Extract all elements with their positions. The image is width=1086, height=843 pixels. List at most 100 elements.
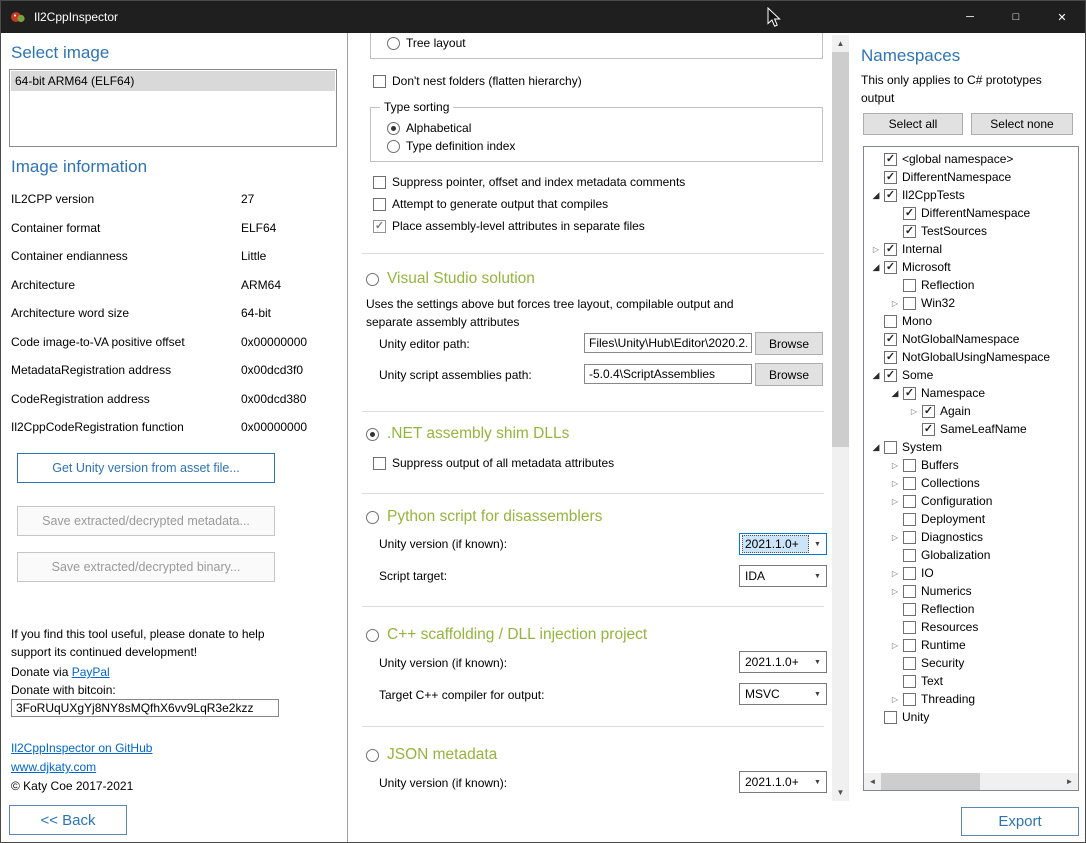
tree-expander-icon[interactable]: ▷ — [868, 245, 884, 254]
json-metadata-radio[interactable]: JSON metadata — [366, 746, 497, 764]
namespace-checkbox[interactable] — [903, 531, 916, 544]
python-unity-version-combo[interactable]: 2021.1.0+ ▼ — [739, 533, 827, 555]
namespace-checkbox[interactable] — [903, 513, 916, 526]
separate-attribute-files-checkbox[interactable]: ✓ Place assembly-level attributes in sep… — [373, 219, 645, 233]
tree-item[interactable]: ▷Numerics — [866, 582, 1076, 600]
namespace-checkbox[interactable]: ✓ — [903, 387, 916, 400]
tree-expander-icon[interactable]: ▷ — [887, 641, 903, 650]
tree-item[interactable]: ◢✓Microsoft — [866, 258, 1076, 276]
tree-item[interactable]: Globalization — [866, 546, 1076, 564]
tree-item[interactable]: ▷Win32 — [866, 294, 1076, 312]
center-scrollbar[interactable]: ▲ ▼ — [832, 35, 849, 801]
tree-item[interactable]: ◢✓Il2CppTests — [866, 186, 1076, 204]
paypal-link[interactable]: PayPal — [72, 665, 110, 679]
namespace-checkbox[interactable]: ✓ — [922, 423, 935, 436]
back-button[interactable]: << Back — [9, 805, 127, 835]
tree-item[interactable]: ▷Buffers — [866, 456, 1076, 474]
export-button[interactable]: Export — [961, 807, 1079, 836]
tree-item[interactable]: ▷Diagnostics — [866, 528, 1076, 546]
suppress-metadata-comments-checkbox[interactable]: Suppress pointer, offset and index metad… — [373, 175, 685, 189]
namespace-checkbox[interactable] — [884, 711, 897, 724]
tree-item[interactable]: Unity — [866, 708, 1076, 726]
scrollbar-track[interactable] — [881, 773, 1061, 790]
scrollbar-thumb[interactable] — [881, 773, 980, 790]
tree-item[interactable]: ✓SameLeafName — [866, 420, 1076, 438]
vs-solution-radio[interactable]: Visual Studio solution — [366, 270, 535, 288]
save-metadata-button[interactable]: Save extracted/decrypted metadata... — [17, 506, 275, 536]
python-script-radio[interactable]: Python script for disassemblers — [366, 508, 602, 526]
tree-expander-icon[interactable]: ▷ — [887, 461, 903, 470]
browse-script-assemblies-button[interactable]: Browse — [755, 363, 823, 386]
namespace-checkbox[interactable] — [903, 477, 916, 490]
tree-item[interactable]: ▷✓Internal — [866, 240, 1076, 258]
namespace-checkbox[interactable] — [903, 549, 916, 562]
json-unity-version-combo[interactable]: 2021.1.0+ ▼ — [739, 771, 827, 793]
unity-editor-path-input[interactable] — [584, 333, 752, 353]
type-definition-index-radio[interactable]: Type definition index — [387, 139, 515, 153]
website-link[interactable]: www.djkaty.com — [11, 758, 96, 776]
tree-item[interactable]: ✓NotGlobalNamespace — [866, 330, 1076, 348]
tree-item[interactable]: ✓TestSources — [866, 222, 1076, 240]
unity-script-assemblies-input[interactable] — [584, 364, 752, 384]
dotnet-shim-dlls-radio[interactable]: .NET assembly shim DLLs — [366, 425, 569, 443]
namespace-checkbox[interactable] — [903, 603, 916, 616]
close-icon[interactable]: ✕ — [1039, 1, 1085, 33]
tree-expander-icon[interactable]: ▷ — [887, 299, 903, 308]
tree-expander-icon[interactable]: ▷ — [906, 407, 922, 416]
cpp-compiler-combo[interactable]: MSVC ▼ — [739, 683, 827, 705]
scrollbar-thumb[interactable] — [832, 52, 849, 447]
tree-expander-icon[interactable]: ◢ — [868, 370, 884, 381]
tree-item[interactable]: ▷Collections — [866, 474, 1076, 492]
select-all-button[interactable]: Select all — [863, 113, 963, 135]
tree-item[interactable]: ▷Threading — [866, 690, 1076, 708]
namespace-checkbox[interactable]: ✓ — [884, 261, 897, 274]
tree-item[interactable]: ▷IO — [866, 564, 1076, 582]
tree-item[interactable]: ◢✓Some — [866, 366, 1076, 384]
cpp-scaffolding-radio[interactable]: C++ scaffolding / DLL injection project — [366, 626, 647, 644]
tree-expander-icon[interactable]: ◢ — [868, 442, 884, 453]
namespace-checkbox[interactable] — [903, 693, 916, 706]
namespace-checkbox[interactable]: ✓ — [903, 207, 916, 220]
namespace-checkbox[interactable]: ✓ — [884, 333, 897, 346]
tree-expander-icon[interactable]: ◢ — [868, 262, 884, 273]
tree-expander-icon[interactable]: ▷ — [887, 533, 903, 542]
tree-expander-icon[interactable]: ▷ — [887, 479, 903, 488]
namespace-checkbox[interactable] — [884, 441, 897, 454]
scroll-up-icon[interactable]: ▲ — [832, 35, 849, 52]
maximize-icon[interactable]: □ — [993, 1, 1039, 33]
namespace-checkbox[interactable] — [903, 639, 916, 652]
cpp-unity-version-combo[interactable]: 2021.1.0+ ▼ — [739, 651, 827, 673]
scroll-down-icon[interactable]: ▼ — [832, 784, 849, 801]
tree-item[interactable]: ✓DifferentNamespace — [866, 168, 1076, 186]
tree-item[interactable]: Reflection — [866, 276, 1076, 294]
scroll-left-icon[interactable]: ◄ — [864, 773, 881, 790]
namespace-checkbox[interactable] — [903, 585, 916, 598]
namespace-checkbox[interactable]: ✓ — [884, 243, 897, 256]
tree-item[interactable]: ▷✓Again — [866, 402, 1076, 420]
github-link[interactable]: Il2CppInspector on GitHub — [11, 739, 152, 757]
image-listbox[interactable]: 64-bit ARM64 (ELF64) — [9, 69, 337, 147]
tree-item[interactable]: ✓NotGlobalUsingNamespace — [866, 348, 1076, 366]
tree-expander-icon[interactable]: ▷ — [887, 569, 903, 578]
tree-expander-icon[interactable]: ▷ — [887, 587, 903, 596]
alphabetical-radio[interactable]: Alphabetical — [387, 121, 471, 135]
namespace-checkbox[interactable] — [884, 315, 897, 328]
tree-expander-icon[interactable]: ▷ — [887, 497, 903, 506]
tree-item[interactable]: ▷Runtime — [866, 636, 1076, 654]
namespace-checkbox[interactable] — [903, 459, 916, 472]
bitcoin-address-input[interactable] — [11, 699, 279, 717]
tree-item[interactable]: ✓<global namespace> — [866, 150, 1076, 168]
tree-item[interactable]: Resources — [866, 618, 1076, 636]
tree-expander-icon[interactable]: ◢ — [887, 388, 903, 399]
select-none-button[interactable]: Select none — [971, 113, 1073, 135]
namespace-checkbox[interactable] — [903, 279, 916, 292]
namespace-checkbox[interactable] — [903, 495, 916, 508]
namespace-checkbox[interactable]: ✓ — [903, 225, 916, 238]
namespace-checkbox[interactable]: ✓ — [884, 369, 897, 382]
tree-item[interactable]: Security — [866, 654, 1076, 672]
tree-expander-icon[interactable]: ◢ — [868, 190, 884, 201]
namespace-checkbox[interactable]: ✓ — [922, 405, 935, 418]
suppress-attributes-checkbox[interactable]: Suppress output of all metadata attribut… — [373, 456, 614, 470]
namespace-checkbox[interactable]: ✓ — [884, 171, 897, 184]
tree-item[interactable]: ◢System — [866, 438, 1076, 456]
